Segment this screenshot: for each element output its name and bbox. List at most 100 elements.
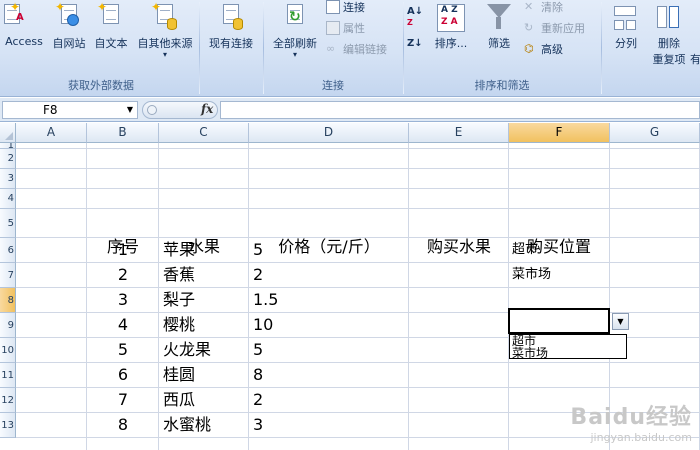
row-header-7[interactable]: 7	[0, 263, 16, 288]
formula-controls: fx	[142, 101, 218, 119]
name-box[interactable]: F8 ▼	[2, 101, 138, 119]
connections-button[interactable]: 连接	[326, 0, 365, 16]
row-header-13[interactable]: 13	[0, 413, 16, 438]
cell-price: 5	[253, 340, 264, 359]
group-title-connections: 连接	[322, 79, 344, 92]
cell-price: 8	[253, 365, 264, 384]
column-header-d[interactable]: D	[249, 123, 409, 143]
remove-duplicates-button[interactable]: 删除 重复项	[646, 4, 692, 67]
refresh-icon: ↻	[281, 4, 309, 32]
sort-desc-button[interactable]: Z↓	[406, 36, 428, 67]
gridline-vertical	[408, 143, 409, 450]
row-header-10[interactable]: 10	[0, 338, 16, 363]
cell-seq: 5	[117, 340, 129, 359]
other-sources-icon: ✦	[151, 0, 179, 32]
validation-dropdown-button[interactable]: ▼	[612, 313, 629, 330]
connections-icon	[326, 0, 340, 14]
header-price: 价格（元/斤）	[278, 237, 380, 256]
filter-button[interactable]: 筛选	[478, 4, 520, 51]
chevron-down-icon: ▾	[162, 50, 167, 59]
gridline-horizontal	[16, 148, 700, 149]
cell-fruit: 火龙果	[163, 340, 212, 359]
column-header-c[interactable]: C	[159, 123, 249, 143]
row-header-4[interactable]: 4	[0, 189, 16, 209]
data-validation-button[interactable]: 有	[690, 50, 700, 68]
cell-seq: 8	[117, 415, 129, 434]
watermark: Baidu经验 jingyan.baidu.com	[570, 399, 692, 444]
column-header-e[interactable]: E	[409, 123, 509, 143]
refresh-all-button[interactable]: ↻ 全部刷新 ▾	[266, 4, 324, 59]
circle-icon	[147, 105, 157, 115]
cell-fruit: 樱桃	[163, 315, 196, 334]
text-file-icon: ✦	[97, 0, 125, 32]
group-title-get-external-data: 获取外部数据	[68, 79, 134, 92]
advanced-filter-button[interactable]: ⌬ 高级	[524, 40, 563, 58]
cell-seq: 2	[117, 265, 129, 284]
cell-fruit: 香蕉	[163, 265, 196, 284]
properties-button[interactable]: 属性	[326, 19, 365, 37]
properties-icon	[326, 21, 340, 35]
column-header-f[interactable]: F	[509, 123, 610, 143]
cell-fruit: 桂圆	[163, 365, 196, 384]
cell-place: 超市	[512, 242, 539, 257]
formula-input[interactable]	[220, 101, 700, 119]
advanced-filter-icon: ⌬	[524, 42, 534, 55]
cell-fruit: 水蜜桃	[163, 415, 212, 434]
select-all-corner[interactable]	[0, 123, 16, 143]
cell-fruit: 西瓜	[163, 390, 196, 409]
column-header-g[interactable]: G	[610, 123, 700, 143]
cell-price: 3	[253, 415, 264, 434]
row-header-8[interactable]: 8	[0, 288, 16, 313]
row-header-11[interactable]: 11	[0, 363, 16, 388]
cell-price: 2	[253, 265, 264, 284]
gridline-vertical	[248, 143, 249, 450]
group-title-sort-filter: 排序和筛选	[474, 79, 530, 92]
edit-links-button[interactable]: ∞ 编辑链接	[326, 40, 387, 58]
cell-place: 菜市场	[512, 267, 552, 282]
sort-asc-button[interactable]: A↓ Z	[406, 4, 428, 35]
sort-icon: A Z Z A	[437, 4, 465, 32]
watermark-logo: Baidu经验	[570, 405, 692, 430]
row-header-9[interactable]: 9	[0, 313, 16, 338]
access-button[interactable]: ✦ A Access	[0, 0, 48, 48]
remove-duplicates-icon	[655, 4, 683, 32]
group-sort-filter: A↓ Z Z↓ A Z Z A 排序... 筛选 ✕ 清除 ↻ 重新应用 ⌬ 高…	[404, 0, 600, 96]
row-header-12[interactable]: 12	[0, 388, 16, 413]
sort-button[interactable]: A Z Z A 排序...	[430, 4, 472, 51]
row-header-2[interactable]: 2	[0, 149, 16, 169]
access-icon: ✦ A	[4, 0, 38, 32]
column-header-a[interactable]: A	[16, 123, 87, 143]
reapply-button[interactable]: ↻ 重新应用	[524, 19, 585, 37]
chevron-down-icon[interactable]: ▼	[127, 102, 133, 118]
row-header-5[interactable]: 5	[0, 209, 16, 238]
text-to-columns-button[interactable]: 分列	[606, 4, 646, 51]
insert-function-icon[interactable]: fx	[201, 102, 213, 116]
row-header-6[interactable]: 6	[0, 238, 16, 263]
gridline-horizontal	[16, 168, 700, 169]
cell-price: 2	[253, 390, 264, 409]
formula-bar: F8 ▼ fx	[0, 98, 700, 122]
existing-connections-icon	[217, 4, 245, 32]
sort-descending-icon: Z↓	[407, 38, 423, 49]
cell-price: 5	[253, 240, 264, 259]
row-header-3[interactable]: 3	[0, 169, 16, 189]
chevron-down-icon: ▾	[292, 50, 297, 59]
group-data-tools: 分列 删除 重复项 有	[602, 0, 700, 96]
from-other-sources-button[interactable]: ✦ 自其他来源 ▾	[132, 0, 198, 59]
existing-connections-button[interactable]: 现有连接	[202, 4, 260, 51]
clear-filter-button[interactable]: ✕ 清除	[524, 0, 563, 16]
group-connections: ↻ 全部刷新 ▾ 连接 属性 ∞ 编辑链接 连接	[264, 0, 402, 96]
from-web-button[interactable]: ✦ 自网站	[48, 0, 90, 51]
dropdown-option[interactable]: 菜市场	[510, 347, 626, 359]
gridline-vertical	[508, 143, 509, 450]
clear-filter-icon: ✕	[524, 0, 534, 13]
cell-seq: 3	[117, 290, 129, 309]
reapply-icon: ↻	[524, 21, 534, 34]
active-cell-f8[interactable]	[508, 308, 610, 334]
cell-fruit: 苹果	[163, 240, 196, 259]
column-header-b[interactable]: B	[87, 123, 159, 143]
from-text-button[interactable]: ✦ 自文本	[90, 0, 132, 51]
validation-dropdown-list: 超市 菜市场	[509, 334, 627, 359]
chevron-down-icon: ▼	[617, 317, 624, 326]
ribbon: ✦ A Access ✦ 自网站 ✦ 自文本 ✦ 自其他来源 ▾ 现有连接 获取…	[0, 0, 700, 97]
